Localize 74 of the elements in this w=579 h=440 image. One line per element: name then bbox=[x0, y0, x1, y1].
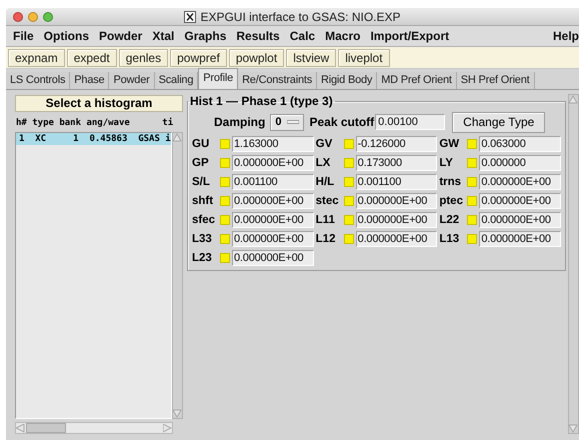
parameter-field[interactable]: 0.000000E+00 bbox=[232, 231, 314, 247]
parameter-field[interactable]: -0.126000 bbox=[356, 136, 438, 152]
tab[interactable]: Re/Constraints bbox=[238, 72, 318, 89]
parameter-field[interactable]: 0.000000E+00 bbox=[232, 155, 314, 171]
menu-item[interactable]: Import/Export bbox=[365, 29, 454, 43]
parameter-field[interactable]: 0.063000 bbox=[479, 136, 561, 152]
parameter-label: L13 bbox=[439, 233, 460, 245]
window-title: EXPGUI interface to GSAS: NIO.EXP bbox=[200, 10, 401, 24]
parameter-label: H/L bbox=[316, 176, 336, 188]
tab[interactable]: SH Pref Orient bbox=[456, 72, 535, 89]
toolbar-button[interactable]: expnam bbox=[8, 48, 65, 66]
peak-cutoff-label: Peak cutoff bbox=[309, 115, 374, 129]
parameter-label: L12 bbox=[316, 233, 336, 245]
parameter-label: stec bbox=[316, 195, 340, 207]
parameter-label: GW bbox=[439, 138, 460, 150]
parameter-label: L11 bbox=[316, 214, 336, 226]
toolbar-button[interactable]: powpref bbox=[170, 48, 227, 66]
parameter-field[interactable]: 0.000000E+00 bbox=[232, 212, 314, 228]
select-histogram-button[interactable]: Select a histogram bbox=[15, 95, 183, 112]
parameter-label: sfec bbox=[192, 214, 216, 226]
parameter-label: L22 bbox=[439, 214, 460, 226]
parameter-label: shft bbox=[192, 195, 214, 207]
toolbar-button[interactable]: lstview bbox=[286, 48, 336, 66]
tab[interactable]: Scaling bbox=[154, 72, 198, 89]
column-header: h# type bank ang/wave ti bbox=[15, 116, 174, 130]
menu-item[interactable]: Macro bbox=[320, 29, 366, 43]
parameter-label: LX bbox=[316, 157, 332, 169]
parameter-field[interactable]: 0.000000E+00 bbox=[232, 193, 314, 209]
toolbar-button[interactable]: genles bbox=[118, 48, 168, 66]
parameter-label: L23 bbox=[192, 252, 213, 264]
parameter-label: S/L bbox=[192, 176, 211, 188]
tab[interactable]: MD Pref Orient bbox=[377, 72, 457, 89]
toolbar-button[interactable]: powplot bbox=[228, 48, 284, 66]
toolbar-button[interactable]: liveplot bbox=[338, 48, 390, 66]
parameter-field[interactable]: 0.000000E+00 bbox=[356, 212, 438, 228]
parameter-field[interactable]: 0.000000E+00 bbox=[479, 193, 561, 209]
change-type-button[interactable]: Change Type bbox=[452, 112, 546, 132]
panel-title: Hist 1 — Phase 1 (type 3) bbox=[189, 94, 334, 108]
parameter-field[interactable]: 0.000000E+00 bbox=[479, 231, 561, 247]
menu-item[interactable]: Graphs bbox=[179, 29, 232, 43]
tab[interactable]: Phase bbox=[70, 72, 110, 89]
parameter-field[interactable]: 0.001100 bbox=[232, 174, 314, 190]
parameter-field[interactable]: 0.001100 bbox=[356, 174, 438, 190]
parameter-label: GU bbox=[192, 138, 210, 150]
parameter-label: L33 bbox=[192, 233, 213, 245]
parameter-label: ptec bbox=[439, 195, 464, 207]
histogram-row[interactable]: 1 XC 1 0.45863 GSAS i bbox=[16, 133, 171, 145]
parameter-field[interactable]: 0.000000E+00 bbox=[356, 193, 438, 209]
parameter-label: trns bbox=[439, 176, 462, 188]
tab[interactable]: Powder bbox=[109, 72, 155, 89]
tab[interactable]: LS Controls bbox=[6, 72, 70, 89]
parameter-label: LY bbox=[439, 157, 454, 169]
parameter-field[interactable]: 1.163000 bbox=[232, 136, 314, 152]
parameter-field[interactable]: 0.173000 bbox=[356, 155, 438, 171]
parameter-field[interactable]: 0.000000E+00 bbox=[356, 231, 438, 247]
menu-item[interactable]: Calc bbox=[284, 29, 320, 43]
menu-item[interactable]: Help bbox=[548, 29, 579, 43]
menu-item[interactable]: File bbox=[8, 29, 39, 43]
parameter-field[interactable]: 0.000000E+00 bbox=[479, 174, 561, 190]
toolbar-button[interactable]: expedt bbox=[66, 48, 117, 66]
parameter-label: GP bbox=[192, 157, 210, 169]
menu-item[interactable]: Powder bbox=[94, 29, 148, 43]
damping-dropdown[interactable]: 0 bbox=[270, 114, 304, 130]
parameter-field[interactable]: 0.000000E+00 bbox=[479, 212, 561, 228]
parameter-field[interactable]: 0.000000E+00 bbox=[232, 250, 314, 266]
menu-item[interactable]: Options bbox=[38, 29, 94, 43]
parameter-field[interactable]: 0.000000 bbox=[479, 155, 561, 171]
peak-cutoff-field[interactable]: 0.00100 bbox=[375, 114, 446, 130]
menu-item[interactable]: Results bbox=[231, 29, 285, 43]
parameter-label: GV bbox=[316, 138, 334, 150]
menu-item[interactable]: Xtal bbox=[147, 29, 180, 43]
damping-label: Damping bbox=[214, 115, 266, 129]
tab[interactable]: Profile bbox=[198, 68, 238, 89]
tab[interactable]: Rigid Body bbox=[317, 72, 378, 89]
